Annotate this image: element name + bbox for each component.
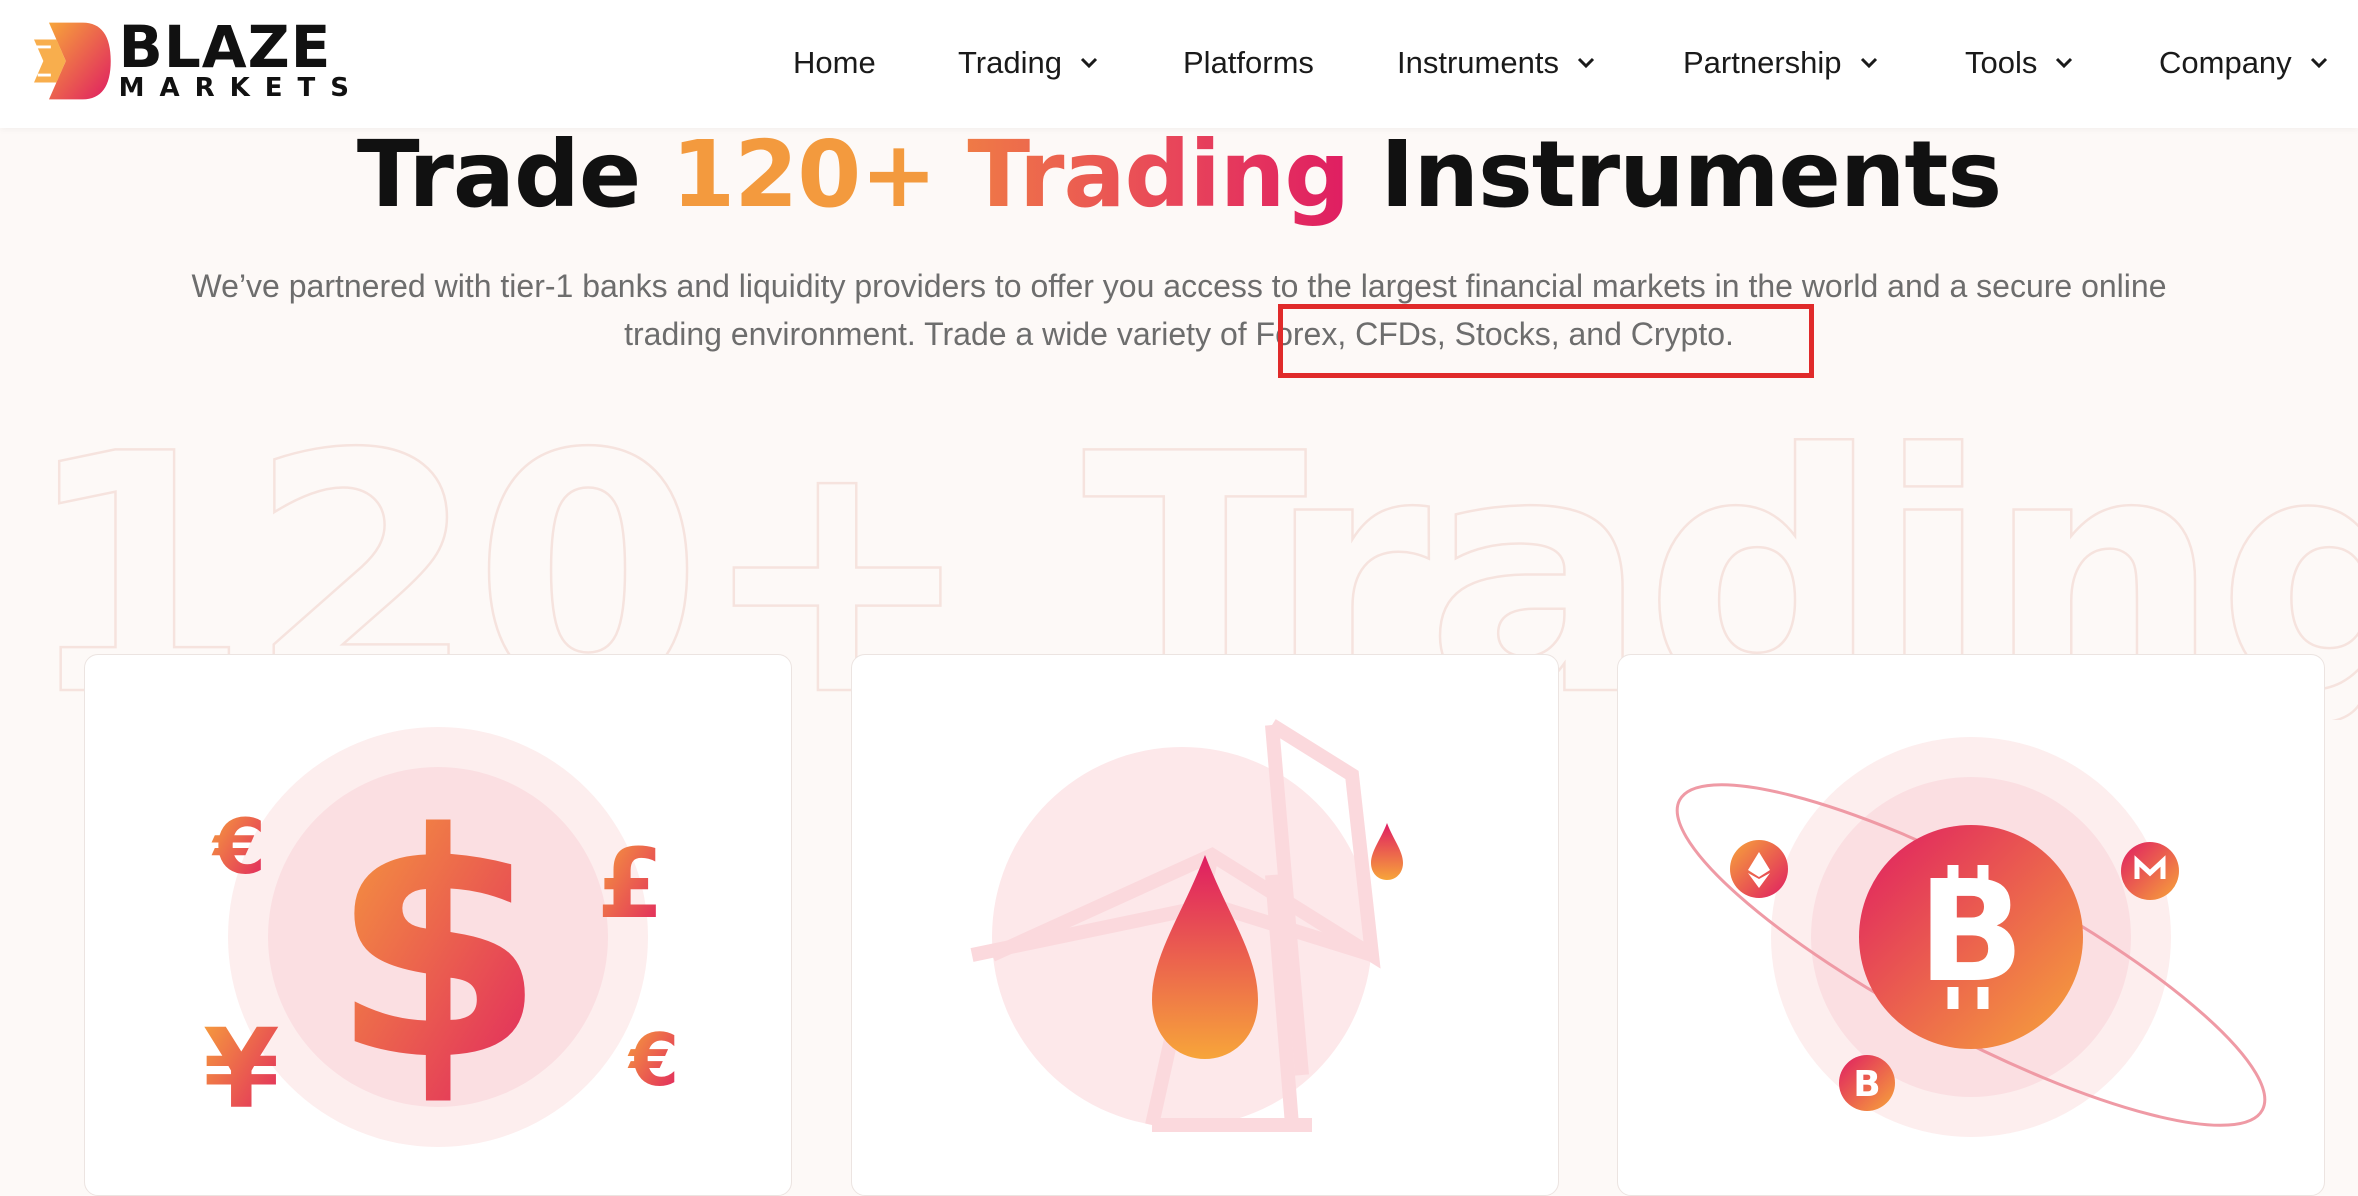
instrument-card-crypto[interactable]: B B (1617, 654, 2325, 1196)
hero-description: We’ve partnered with tier-1 banks and li… (120, 262, 2238, 358)
nav-tools[interactable]: Tools (1965, 38, 2075, 88)
nav-company[interactable]: Company (2159, 38, 2330, 88)
nav-partnership-label: Partnership (1683, 45, 1842, 80)
logo-mark-icon (34, 22, 111, 100)
svg-text:B: B (1853, 1064, 1880, 1105)
chevron-down-icon (1860, 57, 1877, 69)
svg-text:¥: ¥ (203, 1005, 280, 1133)
currency-icon: $ € £ ¥ € (203, 727, 679, 1147)
logo-wordmark-bottom: MARKETS (118, 73, 364, 103)
chevron-down-icon (2310, 57, 2327, 69)
hero-description-line2: trading environment. Trade a wide variet… (624, 316, 1734, 352)
hero-title: Trade 120+ Trading Instruments (0, 120, 2358, 230)
nav-platforms-label: Platforms (1183, 45, 1314, 80)
nav-tools-label: Tools (1965, 45, 2038, 80)
chevron-down-icon (1577, 57, 1595, 69)
instrument-card-commodities[interactable] (851, 654, 1559, 1196)
hero-description-line1: We’ve partnered with tier-1 banks and li… (191, 268, 2167, 304)
nav-home[interactable]: Home (793, 38, 876, 88)
blaze-markets-logo[interactable]: BLAZE MARKETS (34, 16, 364, 106)
nav-company-label: Company (2159, 45, 2292, 80)
svg-text:$: $ (330, 768, 546, 1129)
nav-platforms[interactable]: Platforms (1183, 38, 1314, 88)
nav-instruments-label: Instruments (1397, 45, 1559, 80)
svg-text:£: £ (597, 828, 664, 940)
hero-title-trading: Trading (967, 121, 1350, 228)
chevron-down-icon (2056, 57, 2073, 69)
nav-home-label: Home (793, 45, 876, 80)
svg-text:€: € (627, 1018, 679, 1102)
nav-trading[interactable]: Trading (958, 38, 1100, 88)
svg-text:€: € (211, 802, 266, 891)
nav-trading-label: Trading (958, 45, 1062, 80)
oil-drop-icon (970, 719, 1403, 1132)
site-header: BLAZE MARKETS Home Trading Platforms Ins… (0, 0, 2358, 128)
instrument-card-forex[interactable]: $ € £ ¥ € (84, 654, 792, 1196)
hero-title-count: 120+ (671, 121, 937, 228)
nav-partnership[interactable]: Partnership (1683, 38, 1880, 88)
hero-title-part3: Instruments (1349, 121, 2002, 228)
svg-text:B: B (1918, 851, 2025, 1014)
highlight-annotation-box (1278, 304, 1814, 378)
nav-instruments[interactable]: Instruments (1397, 38, 1597, 88)
hero-title-part1: Trade (356, 121, 672, 228)
logo-wordmark-top: BLAZE (118, 13, 332, 81)
chevron-down-icon (1080, 57, 1098, 69)
bitcoin-icon: B B (1675, 737, 2267, 1137)
